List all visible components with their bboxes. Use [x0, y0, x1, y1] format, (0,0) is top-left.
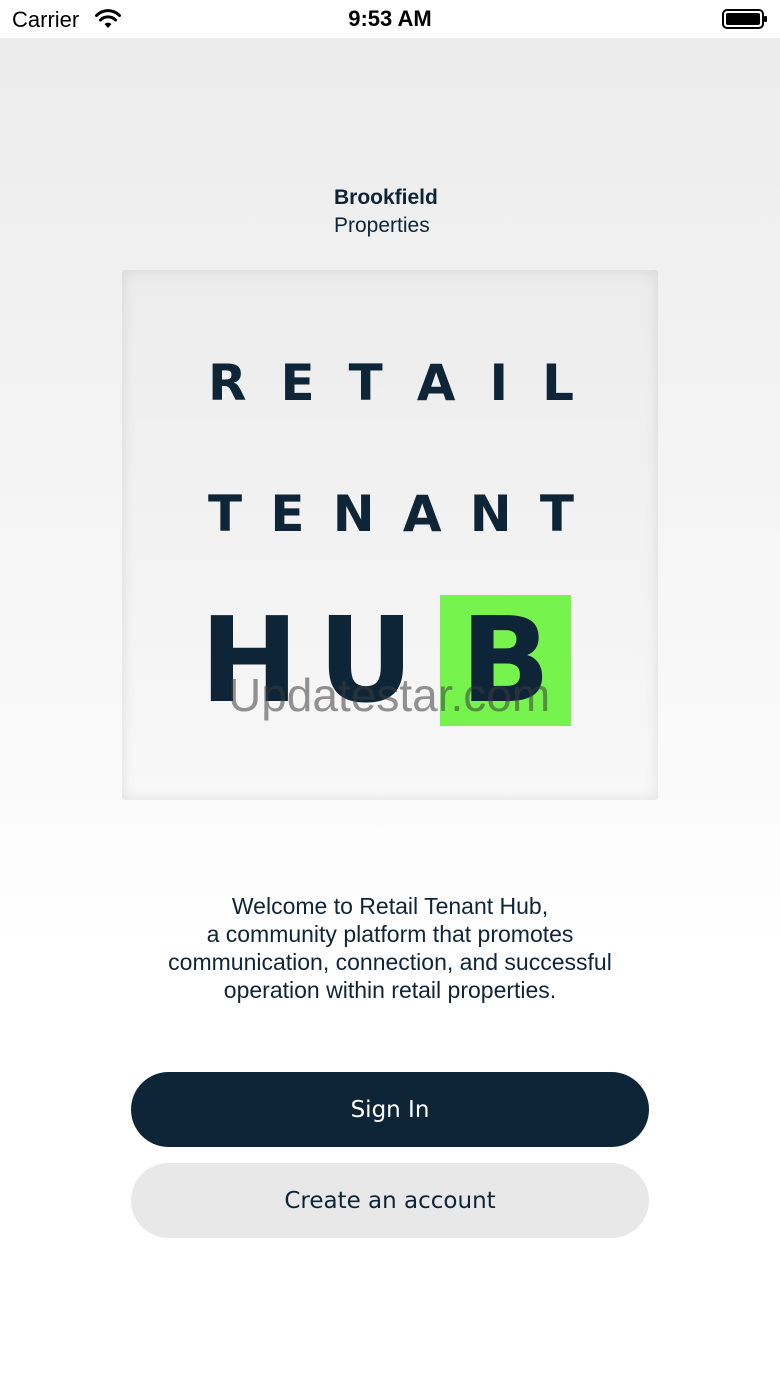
brand-subtitle: Properties [334, 214, 430, 237]
brand-name: Brookfield [334, 186, 438, 209]
watermark: Updatestar.com [228, 669, 551, 721]
logo-letter: L [542, 354, 574, 412]
logo-letter: E [270, 485, 305, 543]
logo-letter: T [348, 354, 383, 412]
welcome-line: Welcome to Retail Tenant Hub, [231, 893, 549, 919]
welcome-line: a community platform that promotes [206, 921, 574, 947]
brand-logo: Brookfield Properties [334, 184, 438, 240]
welcome-line: communication, connection, and successfu… [168, 949, 612, 975]
logo-word-tenant: T E N A N T [208, 485, 574, 543]
logo-letter: A [416, 354, 456, 412]
clock: 9:53 AM [348, 6, 432, 31]
welcome-line: operation within retail properties. [223, 977, 557, 1003]
logo-letter: T [539, 485, 574, 543]
logo-letter: N [332, 485, 375, 543]
status-bar: Carrier 9:53 AM [0, 0, 780, 38]
logo-letter: E [280, 354, 315, 412]
logo-letter: T [208, 485, 243, 543]
sign-in-button[interactable]: Sign In [131, 1072, 649, 1147]
sign-in-label: Sign In [350, 1096, 430, 1123]
create-account-button[interactable]: Create an account [131, 1163, 649, 1238]
welcome-message: Welcome to Retail Tenant Hub, a communit… [0, 892, 780, 1004]
logo-letter: N [469, 485, 512, 543]
logo-letter: A [402, 485, 442, 543]
logo-letter: R [208, 354, 247, 412]
create-account-label: Create an account [284, 1187, 496, 1214]
battery-icon [722, 9, 767, 29]
logo-word-retail: R E T A I L [208, 354, 574, 412]
logo-letter: I [489, 354, 509, 412]
